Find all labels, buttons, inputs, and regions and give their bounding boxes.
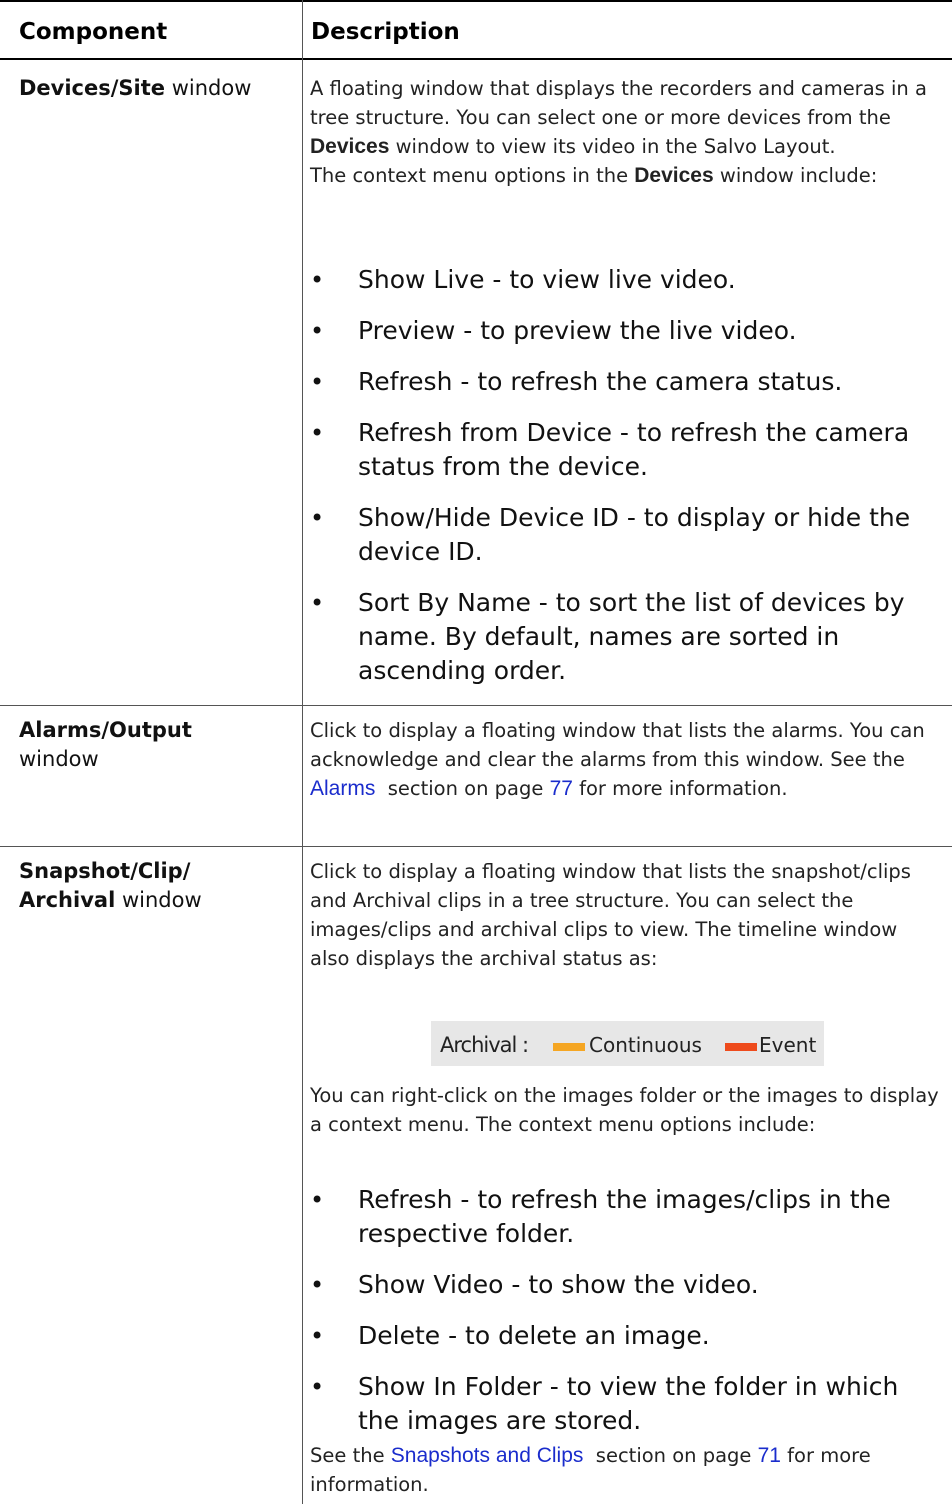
text: Click to display a floating window that … xyxy=(310,719,925,771)
component-snapshot-clip-archival: Snapshot/Clip/Archival window xyxy=(19,857,202,915)
description-context-menu: You can right-click on the images folder… xyxy=(310,1084,939,1136)
bold-term: Devices xyxy=(310,135,390,158)
header-component: Component xyxy=(19,19,168,45)
text: window include: xyxy=(713,164,878,187)
component-suffix: window xyxy=(115,888,202,912)
component-suffix: window xyxy=(165,76,252,100)
text: See the xyxy=(310,1444,391,1467)
table-header: Component Description xyxy=(0,0,952,60)
list-item: Show Video - to show the video. xyxy=(310,1268,930,1302)
text: The context menu options in the xyxy=(310,164,635,187)
component-name: Snapshot/Clip/ xyxy=(19,859,191,883)
list-item: Refresh - to refresh the images/clips in… xyxy=(310,1183,930,1251)
column-divider xyxy=(302,0,303,1504)
row-divider xyxy=(0,705,952,706)
description-alarms: Click to display a floating window that … xyxy=(310,716,940,803)
legend-continuous: Continuous xyxy=(589,1033,702,1057)
list-item: Refresh - to refresh the camera status. xyxy=(310,365,930,399)
component-devices-site: Devices/Site window xyxy=(19,74,251,103)
text: section on page xyxy=(375,777,550,800)
legend-event: Event xyxy=(759,1033,817,1057)
list-item: Refresh from Device - to refresh the cam… xyxy=(310,416,930,484)
component-name: Archival xyxy=(19,888,116,912)
component-name: Devices/Site xyxy=(19,76,166,100)
component-suffix: window xyxy=(19,747,99,771)
list-item: Show In Folder - to view the folder in w… xyxy=(310,1370,930,1438)
header-description: Description xyxy=(311,19,460,45)
continuous-swatch xyxy=(553,1043,585,1051)
snapshot-menu-list: Refresh - to refresh the images/clips in… xyxy=(310,1183,930,1438)
legend-label: Archival : xyxy=(440,1033,529,1057)
list-item: Show Live - to view live video. xyxy=(310,263,930,297)
description-devices: A floating window that displays the reco… xyxy=(310,74,940,190)
text: section on page xyxy=(583,1444,758,1467)
component-alarms-output: Alarms/Output window xyxy=(19,716,192,774)
description-paragraph: The context menu options in the Devices … xyxy=(310,161,940,190)
list-item: Sort By Name - to sort the list of devic… xyxy=(310,586,930,688)
archival-legend-image: Archival : Continuous Event xyxy=(431,1021,824,1066)
see-also-snapshots: See the Snapshots and Clips section on p… xyxy=(310,1441,940,1499)
description-paragraph: A floating window that displays the reco… xyxy=(310,74,940,161)
text: A floating window that displays the reco… xyxy=(310,77,927,129)
text: for more information. xyxy=(572,777,788,800)
event-swatch xyxy=(725,1043,757,1051)
description-snapshot: Click to display a floating window that … xyxy=(310,860,911,970)
page-71-link[interactable]: 71 xyxy=(758,1444,781,1467)
bold-term: Devices xyxy=(634,164,714,187)
list-item: Show/Hide Device ID - to display or hide… xyxy=(310,501,930,569)
alarms-link[interactable]: Alarms xyxy=(310,777,375,800)
list-item: Preview - to preview the live video. xyxy=(310,314,930,348)
snapshots-clips-link[interactable]: Snapshots and Clips xyxy=(391,1444,584,1467)
component-name: Alarms/Output xyxy=(19,718,192,742)
list-item: Delete - to delete an image. xyxy=(310,1319,930,1353)
text: window to view its video in the Salvo La… xyxy=(389,135,836,158)
page-77-link[interactable]: 77 xyxy=(550,777,573,800)
row-divider xyxy=(0,846,952,847)
devices-menu-list: Show Live - to view live video. Preview … xyxy=(310,263,930,705)
